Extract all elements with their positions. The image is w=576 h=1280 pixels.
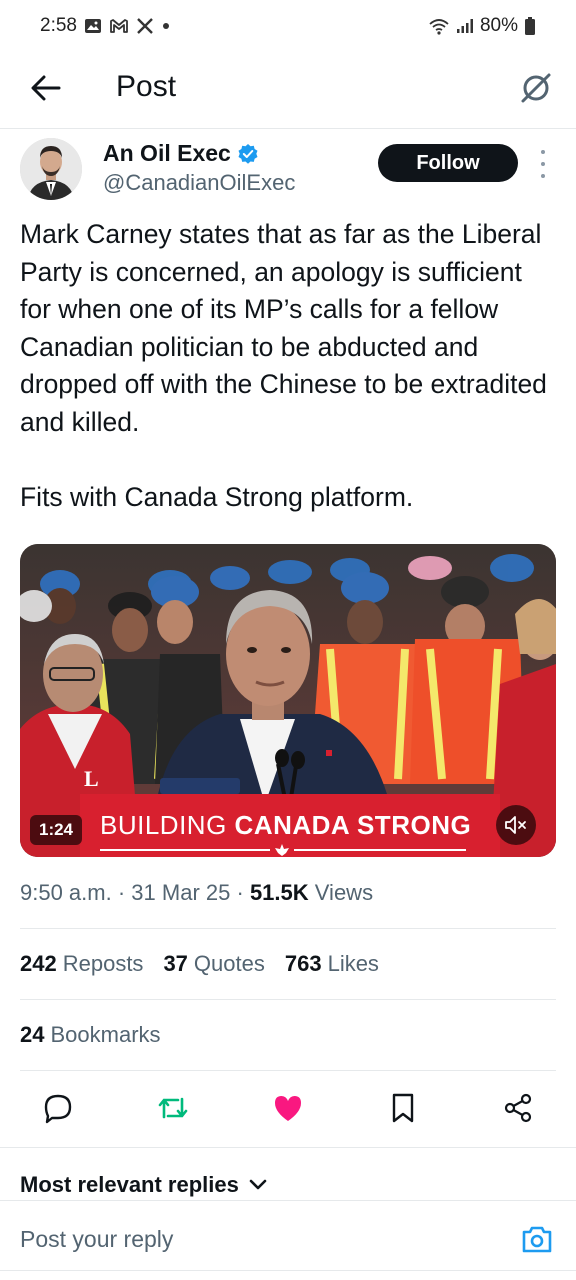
post-text: Mark Carney states that as far as the Li…	[20, 216, 550, 516]
bookmark-icon	[392, 1093, 414, 1123]
video-duration-badge: 1:24	[30, 815, 82, 845]
chevron-down-icon	[249, 1179, 267, 1190]
post-text-paragraph: Fits with Canada Strong platform.	[20, 481, 414, 512]
reply-button[interactable]	[36, 1086, 80, 1130]
post-time[interactable]: 9:50 a.m.	[20, 880, 112, 905]
like-button[interactable]	[266, 1086, 310, 1130]
quotes-stat[interactable]: 37 Quotes	[163, 951, 264, 977]
top-app-bar: Post	[0, 56, 576, 122]
stats-divider	[20, 999, 556, 1000]
gallery-icon	[84, 18, 102, 34]
views-count: 51.5K	[249, 880, 309, 905]
mute-button[interactable]	[496, 805, 536, 845]
follow-button[interactable]: Follow	[378, 144, 518, 182]
reposts-count: 242	[20, 951, 57, 976]
bookmarks-divider	[20, 1070, 556, 1071]
bookmarks-stats: 24 Bookmarks	[20, 1022, 161, 1048]
post-text-paragraph: Mark Carney states that as far as the Li…	[20, 219, 547, 437]
meta-separator: ·	[236, 880, 250, 905]
bookmarks-stat[interactable]: 24 Bookmarks	[20, 1022, 161, 1048]
quotes-label: Quotes	[193, 951, 265, 976]
more-dot-icon	[541, 150, 545, 154]
repost-icon	[158, 1097, 188, 1119]
banner-text: BUILDING CANADA STRONG	[100, 810, 471, 841]
bottom-divider	[0, 1270, 576, 1271]
post-meta: 9:50 a.m. · 31 Mar 25 · 51.5K Views	[20, 880, 373, 906]
action-bar	[0, 1086, 576, 1132]
share-button[interactable]	[496, 1086, 540, 1130]
author-name[interactable]: An Oil Exec	[103, 140, 259, 167]
banner-text-bold: CANADA STRONG	[234, 810, 472, 840]
status-time: 2:58	[40, 15, 77, 36]
bookmark-button[interactable]	[381, 1086, 425, 1130]
bookmarks-label: Bookmarks	[50, 1022, 161, 1047]
actions-divider	[0, 1147, 576, 1148]
avatar[interactable]	[20, 138, 82, 200]
reply-icon	[44, 1094, 72, 1124]
arrow-left-icon	[31, 75, 61, 101]
podium-logo: L	[84, 766, 99, 791]
dot-icon	[161, 21, 171, 31]
quotes-count: 37	[163, 951, 188, 976]
engagement-stats: 242 Reposts 37 Quotes 763 Likes	[20, 951, 379, 977]
camera-icon	[522, 1226, 552, 1253]
page-title: Post	[116, 70, 177, 103]
views-label: Views	[314, 880, 374, 905]
meta-divider	[20, 928, 556, 929]
more-dot-icon	[541, 162, 545, 166]
more-dot-icon	[541, 174, 545, 178]
replies-sort-label: Most relevant replies	[20, 1172, 239, 1197]
reposts-stat[interactable]: 242 Reposts	[20, 951, 143, 977]
likes-count: 763	[284, 951, 322, 976]
more-options-button[interactable]	[536, 150, 550, 178]
volume-muted-icon	[505, 816, 526, 834]
like-icon	[275, 1096, 301, 1121]
replies-divider	[0, 1200, 576, 1201]
reply-input[interactable]: Post your reply	[20, 1226, 173, 1253]
likes-label: Likes	[327, 951, 379, 976]
reposts-label: Reposts	[62, 951, 144, 976]
share-icon	[504, 1093, 532, 1123]
status-left: 2:58	[40, 15, 171, 37]
back-button[interactable]	[28, 70, 64, 106]
likes-stat[interactable]: 763 Likes	[285, 951, 379, 977]
video-player[interactable]: . . L BUILDING CANADA STRONG	[20, 544, 556, 857]
x-icon	[136, 17, 154, 35]
meta-separator: ·	[117, 880, 132, 905]
battery-icon	[524, 16, 536, 36]
wifi-icon	[428, 17, 450, 35]
post-date[interactable]: 31 Mar 25	[131, 880, 230, 905]
bookmarks-count: 24	[20, 1022, 45, 1047]
status-right: 80%	[428, 15, 536, 37]
camera-button[interactable]	[518, 1220, 556, 1258]
status-bar: 2:58 80%	[0, 0, 576, 52]
battery-percent: 80%	[479, 15, 518, 36]
author-handle[interactable]: @CanadianOilExec	[103, 170, 295, 196]
header-divider	[0, 128, 576, 129]
banner-text-light: BUILDING	[100, 810, 227, 840]
replies-sort-dropdown[interactable]: Most relevant replies	[20, 1172, 267, 1198]
signal-icon	[456, 18, 474, 34]
gmail-icon	[109, 18, 129, 34]
author-name-text: An Oil Exec	[103, 140, 231, 166]
grok-icon	[521, 73, 551, 103]
repost-button[interactable]	[151, 1086, 195, 1130]
grok-button[interactable]	[516, 68, 556, 108]
verified-badge-icon	[238, 143, 258, 164]
